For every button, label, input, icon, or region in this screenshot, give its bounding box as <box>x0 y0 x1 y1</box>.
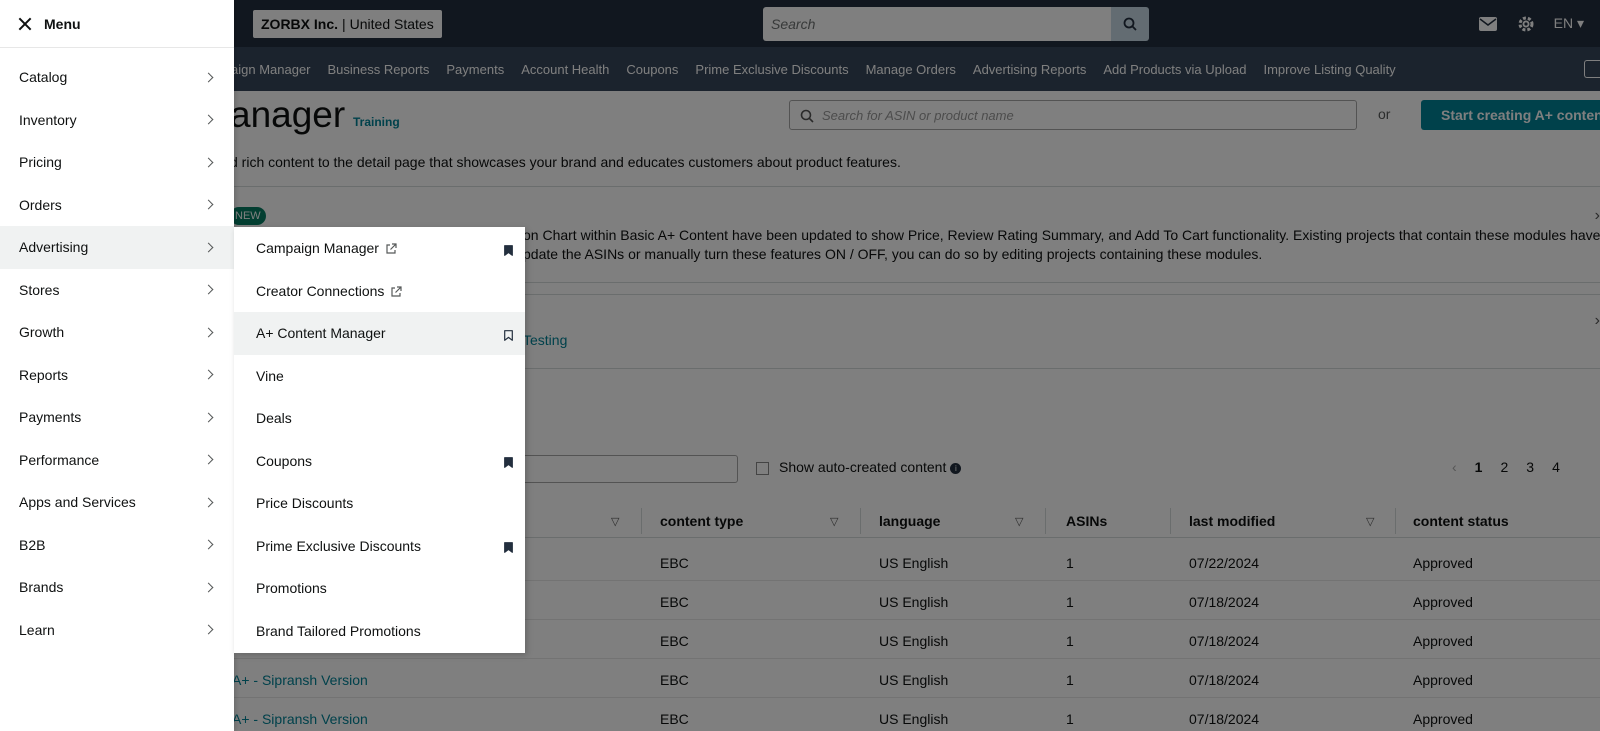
chevron-right-icon <box>203 497 214 508</box>
submenu-item-campaign-manager[interactable]: Campaign Manager <box>234 227 525 270</box>
submenu-item-price-discounts[interactable]: Price Discounts <box>234 482 525 525</box>
external-link-icon <box>390 285 403 297</box>
chevron-right-icon <box>203 327 214 338</box>
chevron-right-icon <box>203 454 214 465</box>
menu-item-label: Learn <box>19 621 55 638</box>
menu-item-label: B2B <box>19 536 46 553</box>
menu-item-label: Stores <box>19 281 60 298</box>
submenu-item-content: Creator Connections <box>256 282 403 299</box>
submenu-item-label: Vine <box>256 367 284 384</box>
submenu-item-deals[interactable]: Deals <box>234 397 525 440</box>
submenu-item-content: A+ Content Manager <box>256 325 386 341</box>
menu-list: Catalog Inventory Pricing Orders Advertising… <box>0 48 234 651</box>
menu-item-label: Payments <box>19 409 82 426</box>
chevron-right-icon <box>203 582 214 593</box>
menu-drawer: Menu Catalog Inventory Pricing Orders Advert… <box>0 0 234 731</box>
submenu-item-a-content-manager[interactable]: A+ Content Manager <box>234 312 525 355</box>
menu-item-pricing[interactable]: Pricing <box>0 141 234 184</box>
bookmark-icon[interactable] <box>504 328 513 341</box>
chevron-right-icon <box>203 72 214 83</box>
menu-item-brands[interactable]: Brands <box>0 566 234 609</box>
chevron-right-icon <box>203 114 214 125</box>
submenu-item-label: Promotions <box>256 580 327 597</box>
submenu-item-content: Vine <box>256 368 284 384</box>
menu-item-label: Orders <box>19 196 62 213</box>
menu-item-growth[interactable]: Growth <box>0 311 234 354</box>
submenu-item-creator-connections[interactable]: Creator Connections <box>234 270 525 313</box>
submenu-item-content: Coupons <box>256 453 312 469</box>
submenu-item-content: Brand Tailored Promotions <box>256 623 421 639</box>
submenu-item-content: Campaign Manager <box>256 240 397 256</box>
menu-item-label: Apps and Services <box>19 494 136 511</box>
menu-item-label: Advertising <box>19 239 89 256</box>
bookmark-icon[interactable] <box>504 540 513 554</box>
submenu-item-promotions[interactable]: Promotions <box>234 567 525 610</box>
menu-item-label: Catalog <box>19 69 68 86</box>
menu-item-learn[interactable]: Learn <box>0 609 234 652</box>
menu-item-label: Reports <box>19 366 69 383</box>
chevron-right-icon <box>203 242 214 253</box>
close-icon[interactable] <box>18 17 32 31</box>
submenu-item-content: Price Discounts <box>256 495 353 511</box>
submenu-item-label: Deals <box>256 410 292 427</box>
menu-item-payments[interactable]: Payments <box>0 396 234 439</box>
submenu-item-vine[interactable]: Vine <box>234 355 525 398</box>
chevron-right-icon <box>203 199 214 210</box>
chevron-right-icon <box>203 369 214 380</box>
menu-item-apps-and-services[interactable]: Apps and Services <box>0 481 234 524</box>
chevron-right-icon <box>203 157 214 168</box>
menu-item-performance[interactable]: Performance <box>0 439 234 482</box>
chevron-right-icon <box>203 539 214 550</box>
submenu-item-prime-exclusive-discounts[interactable]: Prime Exclusive Discounts <box>234 525 525 568</box>
drawer-header: Menu <box>0 0 234 48</box>
menu-item-label: Inventory <box>19 111 77 128</box>
submenu-item-coupons[interactable]: Coupons <box>234 440 525 483</box>
submenu-item-label: A+ Content Manager <box>256 325 386 342</box>
menu-item-label: Brands <box>19 579 64 596</box>
menu-item-label: Performance <box>19 451 100 468</box>
bookmark-icon[interactable] <box>504 243 513 256</box>
submenu-item-label: Creator Connections <box>256 282 385 299</box>
submenu-item-brand-tailored-promotions[interactable]: Brand Tailored Promotions <box>234 610 525 653</box>
submenu-item-label: Campaign Manager <box>256 240 379 257</box>
external-link-icon <box>385 242 397 254</box>
submenu-item-label: Price Discounts <box>256 495 354 512</box>
drawer-title: Menu <box>44 15 81 32</box>
chevron-right-icon <box>203 284 214 295</box>
menu-item-label: Growth <box>19 324 65 341</box>
submenu-item-label: Prime Exclusive Discounts <box>256 537 421 554</box>
advertising-submenu: Campaign Manager Creator Connections A+ Co… <box>234 227 525 653</box>
menu-item-stores[interactable]: Stores <box>0 269 234 312</box>
menu-item-label: Pricing <box>19 154 62 171</box>
menu-item-advertising[interactable]: Advertising <box>0 226 234 269</box>
submenu-item-label: Coupons <box>256 452 313 469</box>
menu-item-b2b[interactable]: B2B <box>0 524 234 567</box>
menu-item-inventory[interactable]: Inventory <box>0 99 234 142</box>
menu-item-orders[interactable]: Orders <box>0 184 234 227</box>
chevron-right-icon <box>203 624 214 635</box>
menu-item-reports[interactable]: Reports <box>0 354 234 397</box>
submenu-item-label: Brand Tailored Promotions <box>256 622 421 639</box>
chevron-right-icon <box>203 412 214 423</box>
menu-item-catalog[interactable]: Catalog <box>0 56 234 99</box>
submenu-item-content: Prime Exclusive Discounts <box>256 538 421 554</box>
submenu-item-content: Promotions <box>256 580 327 596</box>
bookmark-icon[interactable] <box>504 455 513 469</box>
submenu-item-content: Deals <box>256 410 292 426</box>
